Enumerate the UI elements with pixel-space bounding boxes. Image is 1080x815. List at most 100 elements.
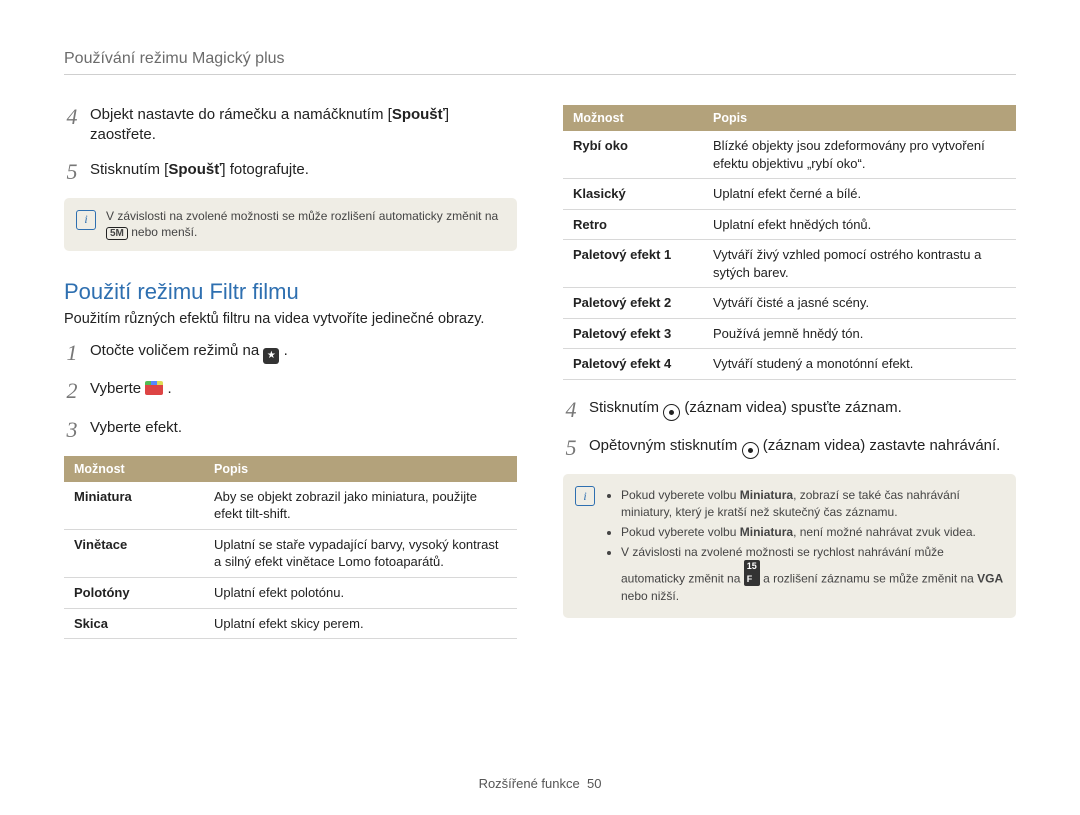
text: Pokud vyberete volbu (621, 488, 740, 502)
option-desc: Aby se objekt zobrazil jako miniatura, p… (204, 482, 517, 530)
text: a rozlišení záznamu se může změnit na (760, 572, 977, 586)
fps-icon: 15F (744, 560, 760, 585)
option-desc: Uplatní efekt skicy perem. (204, 608, 517, 639)
footer-section: Rozšířené funkce (479, 776, 580, 791)
options-table-right: Možnost Popis Rybí okoBlízké objekty jso… (563, 105, 1016, 380)
table-row: Paletový efekt 4Vytváří studený a monotó… (563, 349, 1016, 380)
step-1: 1 Otočte voličem režimů na ★ . (64, 341, 517, 365)
option-name: Vinětace (64, 529, 204, 577)
option-name: Skica (64, 608, 204, 639)
table-row: SkicaUplatní efekt skicy perem. (64, 608, 517, 639)
text: (záznam videa) spusťte záznam. (680, 399, 902, 416)
col-desc: Popis (703, 105, 1016, 131)
option-desc: Uplatní efekt černé a bílé. (703, 179, 1016, 210)
step-4: 4 Objekt nastavte do rámečku a namáčknut… (64, 105, 517, 146)
step-2: 2 Vyberte . (64, 379, 517, 403)
step-number: 2 (64, 379, 80, 403)
manual-page: Používání režimu Magický plus 4 Objekt n… (0, 0, 1080, 815)
table-row: Paletový efekt 3Používá jemně hnědý tón. (563, 318, 1016, 349)
key-name: Spoušť (392, 106, 445, 123)
step-text: Vyberte . (90, 379, 172, 403)
note-item: V závislosti na zvolené možnosti se rych… (621, 544, 1004, 605)
step-5: 5 Stisknutím [Spoušť] fotografujte. (64, 160, 517, 184)
option-name: Klasický (563, 179, 703, 210)
table-row: PolotónyUplatní efekt polotónu. (64, 578, 517, 609)
note-box: i Pokud vyberete volbu Miniatura, zobraz… (563, 474, 1016, 617)
option-desc: Uplatní efekt hnědých tónů. (703, 209, 1016, 240)
note-item: Pokud vyberete volbu Miniatura, není mož… (621, 524, 1004, 541)
option-name: Paletový efekt 3 (563, 318, 703, 349)
text: nebo menší. (128, 225, 197, 239)
step-number: 5 (563, 436, 579, 460)
right-column: Možnost Popis Rybí okoBlízké objekty jso… (563, 105, 1016, 639)
option-desc: Vytváří živý vzhled pomocí ostrého kontr… (703, 240, 1016, 288)
text: Stisknutím (589, 399, 663, 416)
option-desc: Vytváří čisté a jasné scény. (703, 288, 1016, 319)
table-row: RetroUplatní efekt hnědých tónů. (563, 209, 1016, 240)
page-title: Používání režimu Magický plus (64, 50, 1016, 75)
note-text: V závislosti na zvolené možnosti se může… (106, 208, 505, 242)
step-text: Otočte voličem režimů na ★ . (90, 341, 288, 365)
table-header-row: Možnost Popis (563, 105, 1016, 131)
option-desc: Uplatní efekt polotónu. (204, 578, 517, 609)
record-icon (663, 404, 680, 421)
option-name: Paletový efekt 1 (563, 240, 703, 288)
text: Opětovným stisknutím (589, 437, 742, 454)
step-text: Objekt nastavte do rámečku a namáčknutím… (90, 105, 517, 146)
option-name: Rybí oko (563, 131, 703, 179)
record-icon (742, 442, 759, 459)
table-row: Paletový efekt 2Vytváří čisté a jasné sc… (563, 288, 1016, 319)
text: nebo nižší. (621, 589, 679, 603)
step-number: 1 (64, 341, 80, 365)
step-number: 5 (64, 160, 80, 184)
col-option: Možnost (563, 105, 703, 131)
info-icon: i (76, 210, 96, 230)
note-item: Pokud vyberete volbu Miniatura, zobrazí … (621, 487, 1004, 521)
col-desc: Popis (204, 456, 517, 482)
key-name: Spoušť (168, 161, 221, 178)
table-header-row: Možnost Popis (64, 456, 517, 482)
mode-dial-icon: ★ (263, 348, 279, 364)
bold: Miniatura (740, 525, 793, 539)
note-list: Pokud vyberete volbu Miniatura, zobrazí … (605, 484, 1004, 607)
left-column: 4 Objekt nastavte do rámečku a namáčknut… (64, 105, 517, 639)
text: (záznam videa) zastavte nahrávání. (759, 437, 1001, 454)
option-name: Paletový efekt 2 (563, 288, 703, 319)
text: Otočte voličem režimů na (90, 342, 263, 359)
option-name: Miniatura (64, 482, 204, 530)
step-text: Stisknutím (záznam videa) spusťte záznam… (589, 398, 902, 422)
text: Vyberte (90, 380, 145, 397)
step-4r: 4 Stisknutím (záznam videa) spusťte zázn… (563, 398, 1016, 422)
bold: Miniatura (740, 488, 793, 502)
col-option: Možnost (64, 456, 204, 482)
step-number: 4 (563, 398, 579, 422)
options-table-left: Možnost Popis MiniaturaAby se objekt zob… (64, 456, 517, 639)
option-name: Paletový efekt 4 (563, 349, 703, 380)
page-number: 50 (587, 776, 601, 791)
table-row: Rybí okoBlízké objekty jsou zdeformovány… (563, 131, 1016, 179)
step-text: Stisknutím [Spoušť] fotografujte. (90, 160, 309, 184)
page-footer: Rozšířené funkce 50 (0, 776, 1080, 791)
columns: 4 Objekt nastavte do rámečku a namáčknut… (64, 105, 1016, 639)
film-filter-icon (145, 381, 163, 395)
text: ] fotografujte. (221, 161, 309, 178)
option-name: Retro (563, 209, 703, 240)
text: V závislosti na zvolené možnosti se může… (106, 209, 498, 223)
section-lead: Použitím různých efektů filtru na videa … (64, 311, 517, 327)
text: Pokud vyberete volbu (621, 525, 740, 539)
text: , není možné nahrávat zvuk videa. (793, 525, 976, 539)
step-3: 3 Vyberte efekt. (64, 418, 517, 442)
table-row: MiniaturaAby se objekt zobrazil jako min… (64, 482, 517, 530)
vga-label: VGA (977, 572, 1003, 586)
step-number: 4 (64, 105, 80, 146)
text: Stisknutím [ (90, 161, 168, 178)
table-row: VinětaceUplatní se staře vypadající barv… (64, 529, 517, 577)
text: Objekt nastavte do rámečku a namáčknutím… (90, 106, 392, 123)
step-number: 3 (64, 418, 80, 442)
step-text: Vyberte efekt. (90, 418, 182, 442)
table-row: Paletový efekt 1Vytváří živý vzhled pomo… (563, 240, 1016, 288)
option-desc: Uplatní se staře vypadající barvy, vysok… (204, 529, 517, 577)
step-text: Opětovným stisknutím (záznam videa) zast… (589, 436, 1000, 460)
section-heading: Použití režimu Filtr filmu (64, 279, 517, 305)
step-5r: 5 Opětovným stisknutím (záznam videa) za… (563, 436, 1016, 460)
